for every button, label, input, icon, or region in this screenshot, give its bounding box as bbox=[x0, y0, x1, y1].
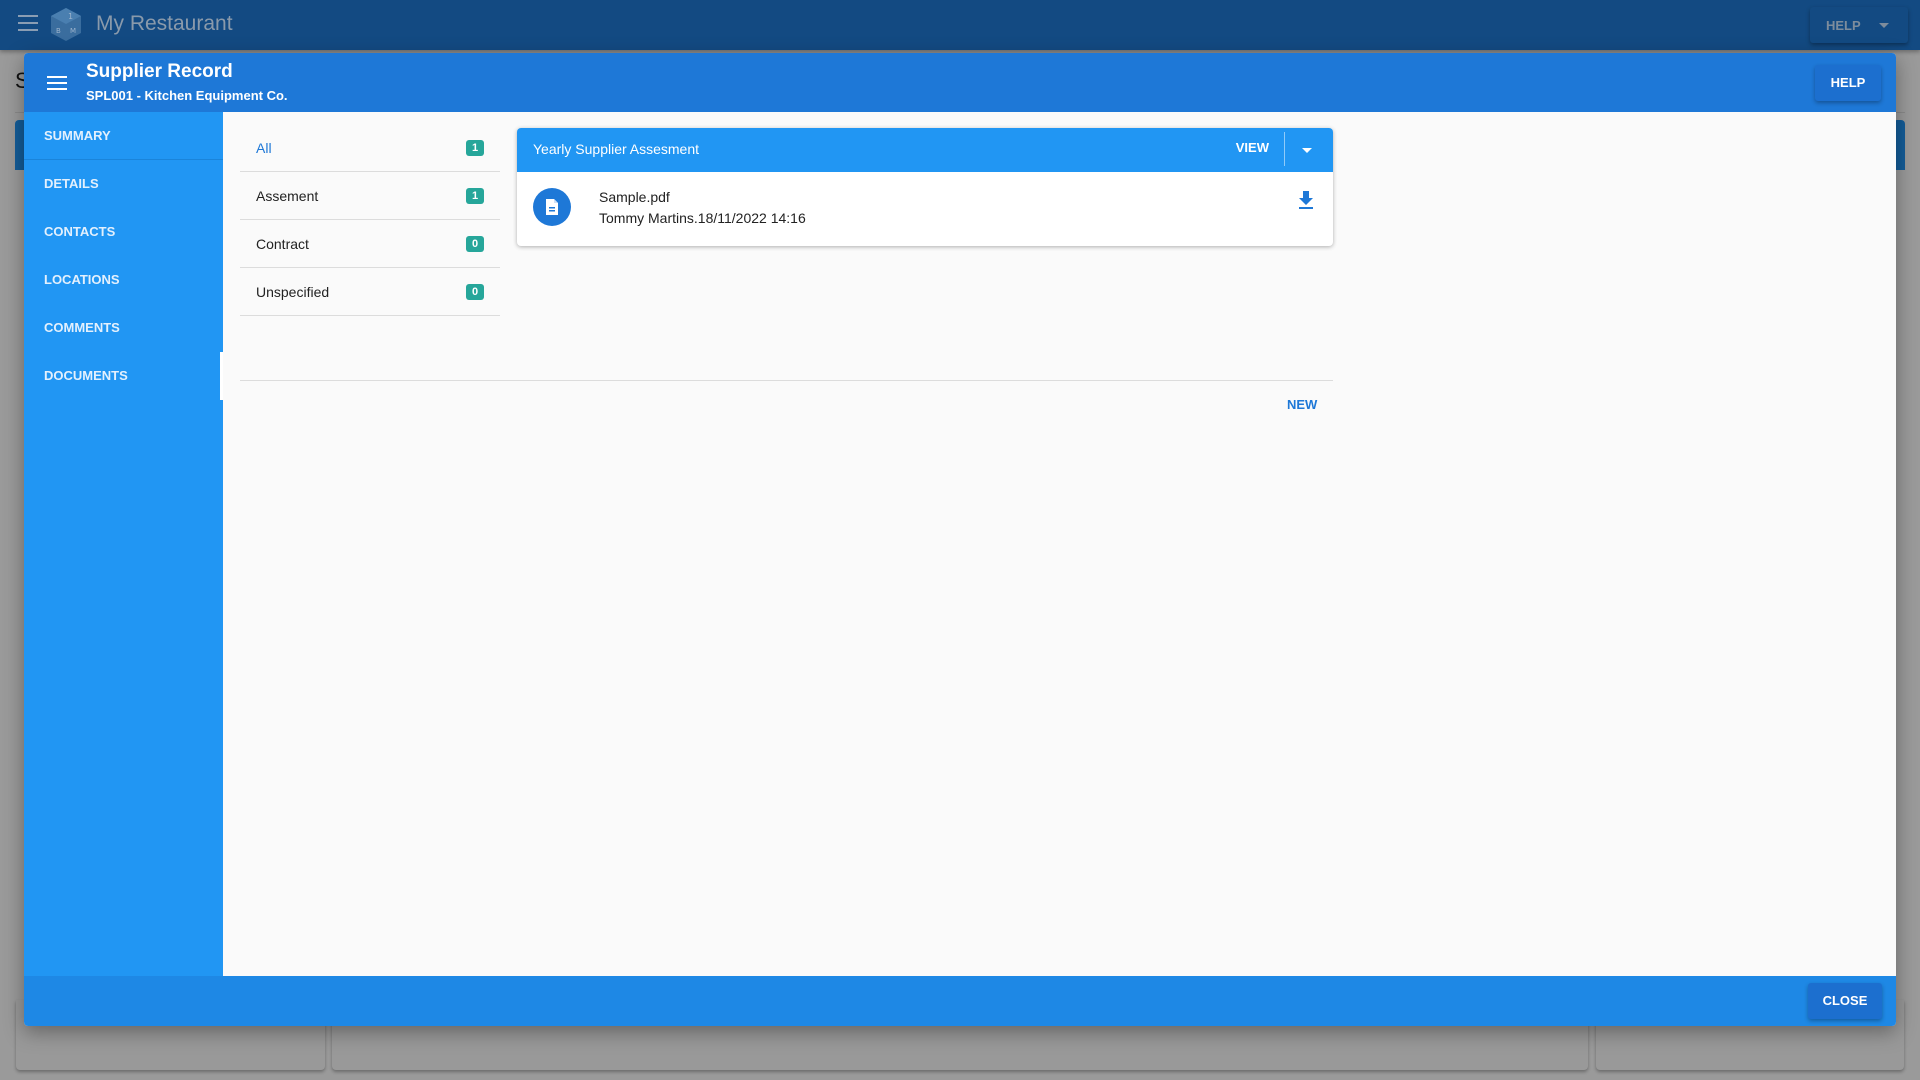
svg-text:1: 1 bbox=[68, 12, 73, 21]
count-badge: 1 bbox=[466, 139, 484, 156]
new-document-button[interactable]: NEW bbox=[1287, 397, 1317, 412]
svg-text:M: M bbox=[70, 27, 76, 35]
count-badge: 0 bbox=[466, 235, 484, 252]
document-category-list: All 1 Assement 1 Contract 0 Unspecified … bbox=[240, 124, 500, 316]
count-badge: 0 bbox=[466, 283, 484, 300]
count-badge: 1 bbox=[466, 187, 484, 204]
document-card: Yearly Supplier Assesment VIEW Sample.pd… bbox=[517, 128, 1333, 246]
sidebar-item-comments[interactable]: COMMENTS bbox=[24, 304, 223, 352]
dialog-footer: CLOSE bbox=[24, 976, 1896, 1026]
dialog-help-button[interactable]: HELP bbox=[1815, 65, 1881, 101]
dialog-title: Supplier Record bbox=[86, 61, 233, 82]
category-assement[interactable]: Assement 1 bbox=[240, 172, 500, 220]
category-label: Contract bbox=[256, 235, 309, 252]
view-button[interactable]: VIEW bbox=[1236, 140, 1269, 155]
document-menu-dropdown[interactable] bbox=[1297, 140, 1317, 160]
app-help-button[interactable]: HELP bbox=[1810, 7, 1908, 43]
dialog-header: Supplier Record SPL001 - Kitchen Equipme… bbox=[24, 53, 1896, 112]
sidebar-item-contacts[interactable]: CONTACTS bbox=[24, 208, 223, 256]
close-button[interactable]: CLOSE bbox=[1808, 983, 1882, 1019]
chevron-down-icon bbox=[1302, 147, 1312, 153]
dialog-menu-icon[interactable] bbox=[47, 76, 67, 92]
file-name[interactable]: Sample.pdf bbox=[599, 189, 670, 205]
app-menu-icon[interactable] bbox=[18, 15, 38, 31]
sidebar-item-summary[interactable]: SUMMARY bbox=[24, 112, 223, 160]
download-icon[interactable] bbox=[1297, 190, 1315, 210]
app-logo-icon: 1 B M bbox=[51, 8, 81, 41]
dialog-subtitle: SPL001 - Kitchen Equipment Co. bbox=[86, 88, 288, 103]
category-label: Assement bbox=[256, 187, 319, 204]
file-meta: Tommy Martins.18/11/2022 14:16 bbox=[599, 210, 806, 226]
app-help-label: HELP bbox=[1826, 17, 1861, 33]
sidebar-item-documents[interactable]: DOCUMENTS bbox=[24, 352, 223, 400]
category-label: All bbox=[256, 139, 272, 156]
category-contract[interactable]: Contract 0 bbox=[240, 220, 500, 268]
category-unspecified[interactable]: Unspecified 0 bbox=[240, 268, 500, 316]
app-bar: 1 B M My Restaurant HELP bbox=[0, 0, 1920, 50]
category-all[interactable]: All 1 bbox=[240, 124, 500, 172]
dialog-sidebar: SUMMARY DETAILS CONTACTS LOCATIONS COMME… bbox=[24, 112, 223, 976]
sidebar-item-locations[interactable]: LOCATIONS bbox=[24, 256, 223, 304]
app-title: My Restaurant bbox=[96, 12, 233, 35]
button-divider bbox=[1284, 132, 1285, 166]
file-icon bbox=[533, 188, 571, 226]
documents-content: All 1 Assement 1 Contract 0 Unspecified … bbox=[223, 112, 1896, 976]
document-file-row: Sample.pdf Tommy Martins.18/11/2022 14:1… bbox=[517, 172, 1333, 246]
category-label: Unspecified bbox=[256, 283, 330, 300]
sidebar-item-details[interactable]: DETAILS bbox=[24, 160, 223, 208]
supplier-record-dialog: Supplier Record SPL001 - Kitchen Equipme… bbox=[24, 53, 1896, 1026]
document-card-header: Yearly Supplier Assesment VIEW bbox=[517, 128, 1333, 172]
content-divider bbox=[240, 380, 1333, 381]
chevron-down-icon bbox=[1878, 22, 1889, 28]
svg-text:B: B bbox=[56, 27, 61, 35]
document-title: Yearly Supplier Assesment bbox=[533, 141, 700, 157]
